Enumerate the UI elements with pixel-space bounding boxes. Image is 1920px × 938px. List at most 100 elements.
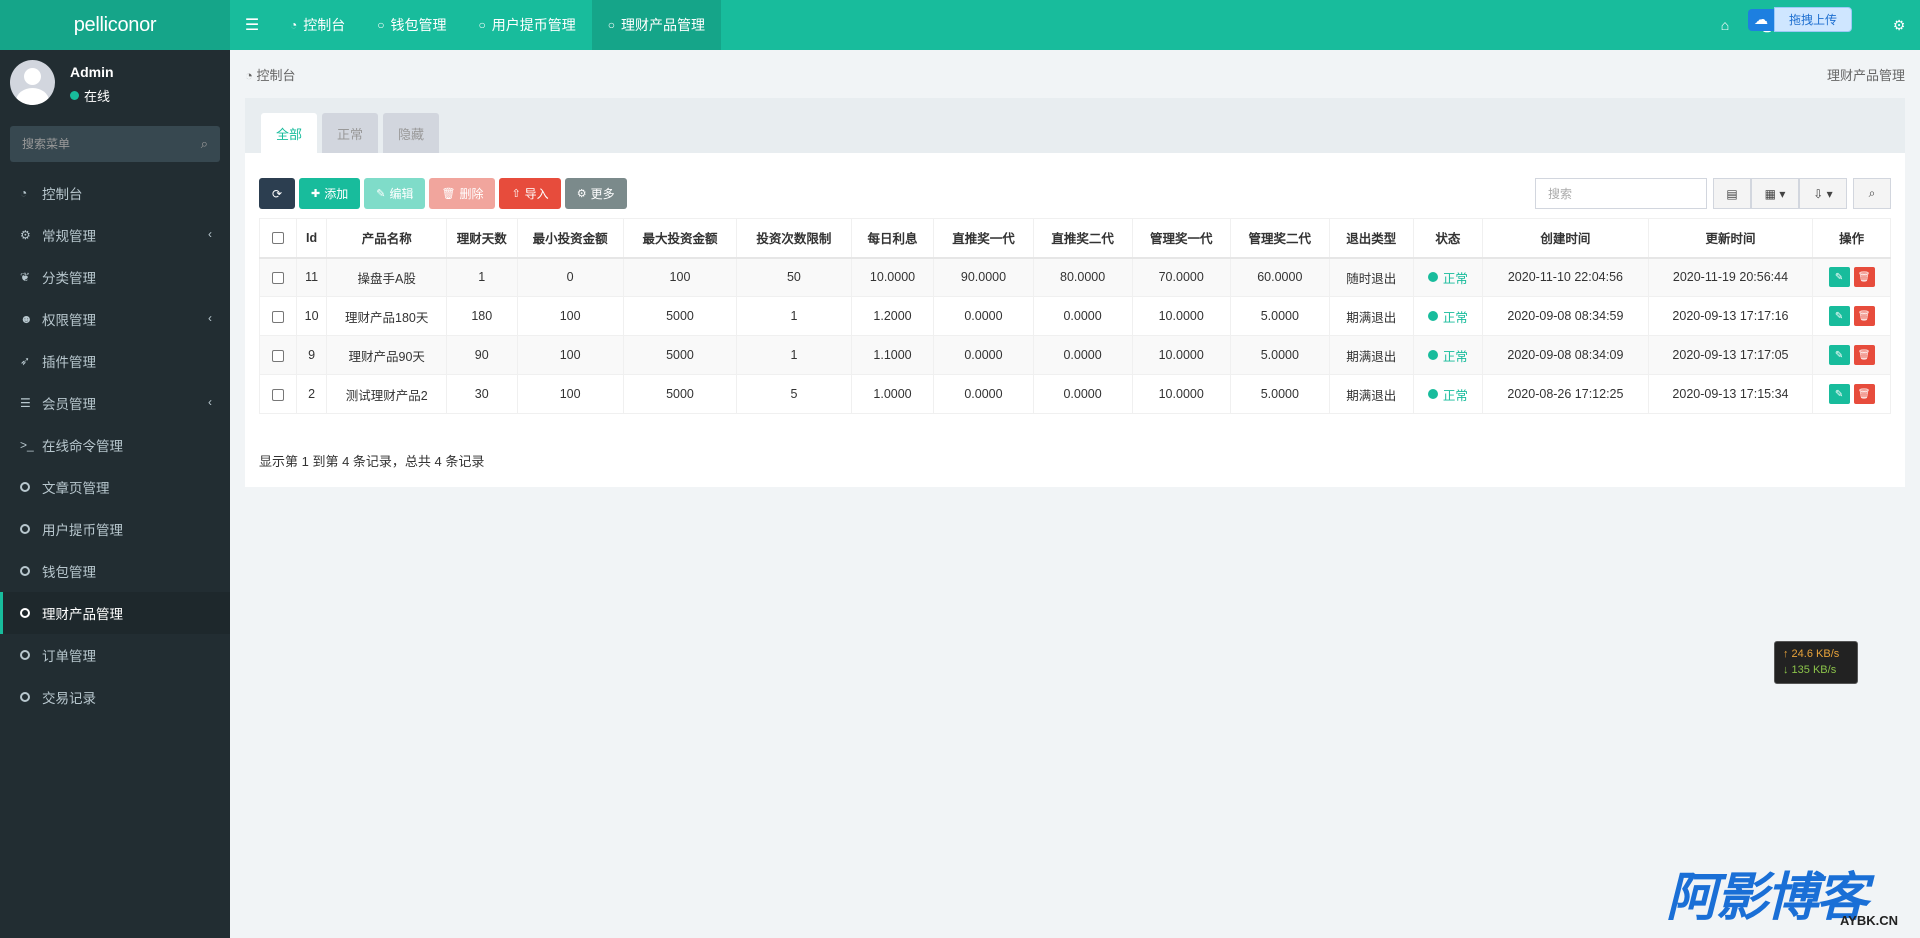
cell-days: 1 [446, 257, 518, 297]
circle-icon: ○ [478, 18, 486, 32]
col-interest: 每日利息 [850, 218, 935, 259]
cell-max: 5000 [622, 335, 738, 375]
sidebar-item-orders[interactable]: 订单管理 [0, 634, 230, 676]
edit-row-button[interactable]: ✎ [1828, 384, 1850, 404]
cogs-icon: ⚙ [20, 228, 31, 242]
add-button[interactable]: ✚ 添加 [299, 178, 361, 209]
tab-products[interactable]: ○ 理财产品管理 [591, 0, 721, 50]
checkbox-icon [271, 310, 284, 323]
settings-icon[interactable]: ⚙ [1878, 17, 1920, 34]
col-limit: 投资次数限制 [736, 218, 852, 259]
toggle-view-button[interactable]: ▤ [1713, 178, 1751, 209]
edit-row-button[interactable]: ✎ [1828, 306, 1850, 326]
checkbox-icon [271, 232, 284, 245]
columns-button[interactable]: ▦ ▾ [1751, 178, 1799, 209]
row-checkbox[interactable] [259, 335, 297, 375]
refresh-button[interactable]: ⟳ [259, 178, 295, 209]
sidebar-item-wallet[interactable]: 钱包管理 [0, 550, 230, 592]
more-button[interactable]: ⚙ 更多 [564, 178, 627, 209]
tab-hidden[interactable]: 隐藏 [383, 113, 440, 153]
upload-badge[interactable]: ☁ 拖拽上传 [1748, 7, 1853, 32]
sidebar-item-member[interactable]: ☰ 会员管理 ‹ [0, 382, 230, 424]
col-status: 状态 [1412, 218, 1484, 259]
tab-withdraw[interactable]: ○ 用户提币管理 [463, 0, 592, 50]
tab-dashboard[interactable]: ◔ 控制台 [274, 0, 361, 50]
network-speed-widget[interactable]: ↑ 24.6 KB/s ↓ 135 KB/s [1774, 641, 1858, 684]
row-checkbox[interactable] [259, 296, 297, 336]
circle-icon [20, 608, 30, 618]
cell-name: 理财产品180天 [326, 296, 447, 336]
col-min: 最小投资金额 [516, 218, 624, 259]
rocket-icon: ➶ [20, 354, 31, 368]
delete-row-button[interactable]: 🗑 [1853, 345, 1875, 365]
cell-limit: 1 [736, 335, 852, 375]
menu-search: ⌕ [10, 126, 220, 162]
delete-row-button[interactable]: 🗑 [1853, 306, 1875, 326]
sidebar-item-general[interactable]: ⚙ 常规管理 ‹ [0, 214, 230, 256]
sidebar-item-auth[interactable]: ☻ 权限管理 ‹ [0, 298, 230, 340]
table-row[interactable]: 11 操盘手A股 1 0 100 50 10.0000 90.0000 80.0… [259, 257, 1891, 297]
row-checkbox[interactable] [259, 374, 297, 414]
cell-interest: 10.0000 [850, 257, 935, 297]
sidebar-toggle-icon[interactable]: ☰ [230, 0, 274, 50]
cell-status[interactable]: 正常 [1412, 257, 1484, 297]
upload-speed: ↑ 24.6 KB/s [1783, 648, 1840, 660]
col-direct2: 直推奖二代 [1032, 218, 1133, 259]
col-actions: 操作 [1812, 218, 1891, 259]
table-row[interactable]: 9 理财产品90天 90 100 5000 1 1.1000 0.0000 0.… [259, 335, 1891, 375]
export-button[interactable]: ⇩ ▾ [1799, 178, 1847, 209]
delete-row-button[interactable]: 🗑 [1853, 384, 1875, 404]
search-button[interactable]: ⌕ [1853, 178, 1891, 209]
table-header-row: Id 产品名称 理财天数 最小投资金额 最大投资金额 投资次数限制 每日利息 直… [259, 218, 1891, 259]
table-row[interactable]: 10 理财产品180天 180 100 5000 1 1.2000 0.0000… [259, 296, 1891, 336]
cell-direct1: 0.0000 [933, 374, 1034, 414]
sidebar-item-addon[interactable]: ➶ 插件管理 [0, 340, 230, 382]
edit-row-button[interactable]: ✎ [1828, 267, 1850, 288]
tab-all[interactable]: 全部 [261, 113, 318, 153]
menu-search-input[interactable] [10, 126, 220, 162]
cell-status[interactable]: 正常 [1412, 296, 1484, 336]
edit-row-button[interactable]: ✎ [1828, 345, 1850, 365]
delete-row-button[interactable]: 🗑 [1853, 267, 1875, 288]
sidebar-item-article[interactable]: 文章页管理 [0, 466, 230, 508]
cell-manage2: 5.0000 [1229, 296, 1330, 336]
sidebar-item-command[interactable]: >_ 在线命令管理 [0, 424, 230, 466]
cell-created: 2020-09-08 08:34:09 [1482, 335, 1649, 375]
edit-button[interactable]: ✎ 编辑 [364, 178, 426, 209]
cell-status[interactable]: 正常 [1412, 374, 1484, 414]
sidebar-item-category[interactable]: ❦ 分类管理 [0, 256, 230, 298]
search-icon[interactable]: ⌕ [201, 136, 208, 152]
row-checkbox[interactable] [259, 257, 297, 297]
col-updated: 更新时间 [1647, 218, 1814, 259]
cell-manage1: 10.0000 [1131, 374, 1231, 414]
breadcrumb[interactable]: ◔ 控制台 [245, 65, 295, 84]
col-id[interactable]: Id [295, 218, 328, 259]
delete-button[interactable]: 🗑 删除 [429, 178, 496, 209]
home-icon[interactable]: ⌂ [1704, 17, 1746, 33]
select-all-checkbox[interactable] [259, 218, 297, 259]
avatar [10, 60, 55, 105]
sidebar-item-dashboard[interactable]: ◔ 控制台 [0, 172, 230, 214]
cell-updated: 2020-09-13 17:17:16 [1647, 296, 1814, 336]
cell-status[interactable]: 正常 [1412, 335, 1484, 375]
table-icon: ▤ [1726, 186, 1738, 201]
import-button[interactable]: ⇧ 导入 [499, 178, 561, 209]
cell-exit: 期满退出 [1328, 296, 1414, 336]
tab-wallet[interactable]: ○ 钱包管理 [361, 0, 462, 50]
cell-manage2: 5.0000 [1229, 374, 1330, 414]
sidebar-item-products[interactable]: 理财产品管理 [0, 592, 230, 634]
table-row[interactable]: 2 测试理财产品2 30 100 5000 5 1.0000 0.0000 0.… [259, 374, 1891, 414]
terminal-icon: >_ [20, 438, 34, 452]
logo[interactable]: pelliconor [0, 0, 230, 50]
download-speed: ↓ 135 KB/s [1783, 664, 1837, 676]
sidebar-item-trades[interactable]: 交易记录 [0, 676, 230, 718]
checkbox-icon [271, 271, 284, 284]
search-input[interactable] [1535, 178, 1707, 209]
cell-manage1: 70.0000 [1131, 257, 1231, 297]
online-dot-icon [70, 91, 79, 100]
col-exit: 退出类型 [1328, 218, 1414, 259]
tab-normal[interactable]: 正常 [322, 113, 379, 153]
sidebar-item-withdraw[interactable]: 用户提币管理 [0, 508, 230, 550]
cell-name: 操盘手A股 [326, 257, 447, 297]
pencil-icon: ✎ [376, 188, 386, 200]
